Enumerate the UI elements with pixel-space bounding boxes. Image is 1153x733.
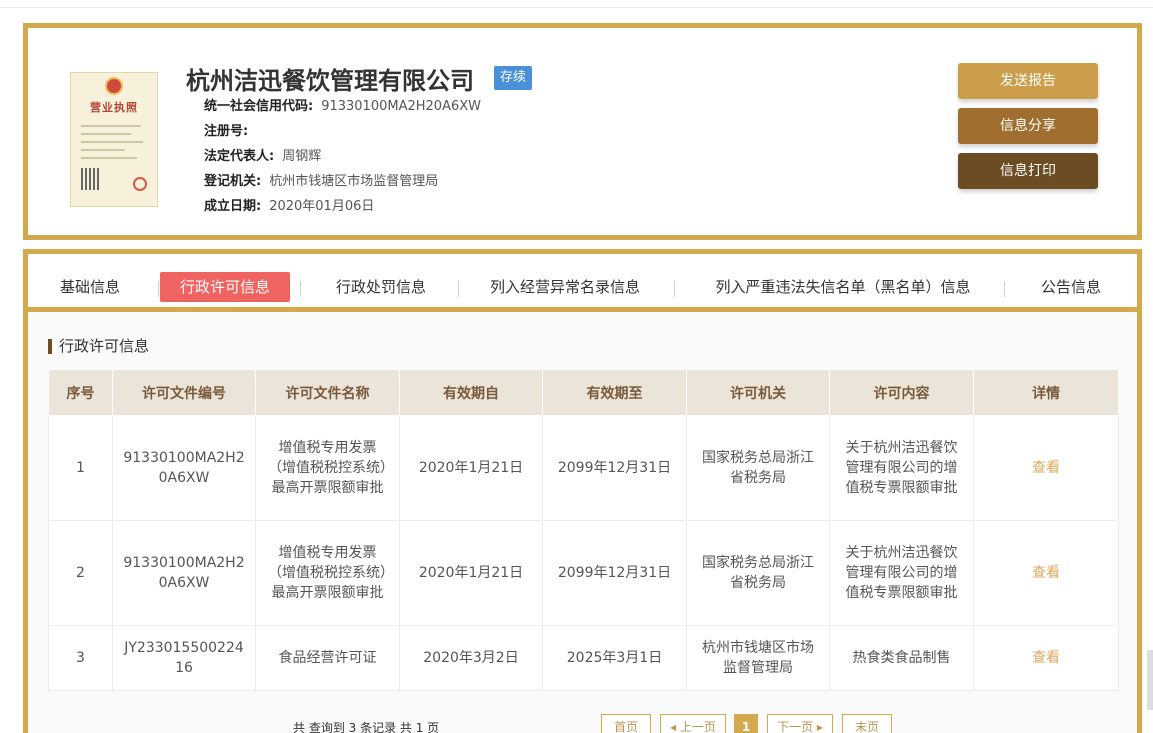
table-cell: 2020年1月21日 [399,520,543,626]
column-header: 许可机关 [686,369,830,416]
official-seal-icon [133,177,147,191]
table-header-row: 序号 许可文件编号 许可文件名称 有效期自 有效期至 许可机关 许可内容 详情 [48,369,1119,416]
column-header: 有效期至 [542,369,687,416]
table-cell: 热食类食品制售 [829,625,974,691]
table-cell: 2 [48,520,113,626]
column-header: 许可文件名称 [255,369,400,416]
column-header: 许可文件编号 [112,369,256,416]
pagination-summary: 共 查询到 3 条记录 共 1 页 [293,721,440,733]
tab-admin-penalty[interactable]: 行政处罚信息 [326,272,436,302]
table-cell: 关于杭州洁迅餐饮管理有限公司的增值税专票限额审批 [829,520,974,626]
current-page-button[interactable]: 1 [734,714,758,733]
tab-blacklist[interactable]: 列入严重违法失信名单（黑名单）信息 [698,272,988,302]
info-credit-code: 统一社会信用代码: 91330100MA2H20A6XW [204,99,481,114]
table-cell: 2099年12月31日 [542,520,687,626]
table-row: 1 91330100MA2H20A6XW 增值税专用发票（增值税税控系统）最高开… [48,415,1119,521]
first-page-button[interactable]: 首页 [601,714,651,733]
view-details-link[interactable]: 查看 [973,520,1119,626]
table-cell: 杭州市钱塘区市场监督管理局 [686,625,830,691]
next-page-button[interactable]: 下一页 ▸ [767,714,833,733]
status-badge: 存续 [494,66,532,90]
table-cell: 国家税务总局浙江省税务局 [686,415,830,521]
column-header: 序号 [48,369,113,416]
business-license-image[interactable]: 营业执照 [70,72,158,207]
section-title: 行政许可信息 [48,339,149,354]
column-header: 有效期自 [399,369,543,416]
prev-page-button[interactable]: ◂ 上一页 [660,714,726,733]
table-cell: 增值税专用发票（增值税税控系统）最高开票限额审批 [255,520,400,626]
table-cell: 1 [48,415,113,521]
info-registration-authority: 登记机关: 杭州市钱塘区市场监督管理局 [204,174,439,189]
column-header: 详情 [973,369,1119,416]
tab-announcements[interactable]: 公告信息 [1026,272,1116,302]
view-details-link[interactable]: 查看 [973,415,1119,521]
info-establish-date: 成立日期: 2020年01月06日 [204,199,375,214]
company-name: 杭州洁迅餐饮管理有限公司 [186,67,474,95]
table-cell: 91330100MA2H20A6XW [112,415,256,521]
scrollbar-thumb[interactable] [1147,650,1153,710]
table-cell: 3 [48,625,113,691]
tab-basic-info[interactable]: 基础信息 [50,272,130,302]
table-cell: 2025年3月1日 [542,625,687,691]
license-table: 序号 许可文件编号 许可文件名称 有效期自 有效期至 许可机关 许可内容 详情 … [48,369,1119,691]
table-cell: 2020年3月2日 [399,625,543,691]
print-info-button[interactable]: 信息打印 [958,153,1098,189]
table-cell: JY23301550022416 [112,625,256,691]
table-cell: 国家税务总局浙江省税务局 [686,520,830,626]
tab-abnormal-operation[interactable]: 列入经营异常名录信息 [480,272,650,302]
send-report-button[interactable]: 发送报告 [958,63,1098,99]
tab-bar: 基础信息 行政许可信息 行政处罚信息 列入经营异常名录信息 列入严重违法失信名单… [28,254,1137,312]
share-info-button[interactable]: 信息分享 [958,108,1098,144]
view-details-link[interactable]: 查看 [973,625,1119,691]
info-legal-representative: 法定代表人: 周钢辉 [204,149,322,164]
table-row: 3 JY23301550022416 食品经营许可证 2020年3月2日 202… [48,625,1119,691]
column-header: 许可内容 [829,369,974,416]
main-content-card: 基础信息 行政许可信息 行政处罚信息 列入经营异常名录信息 列入严重违法失信名单… [23,249,1142,733]
table-cell: 2020年1月21日 [399,415,543,521]
top-divider [0,7,1153,8]
table-cell: 关于杭州洁迅餐饮管理有限公司的增值税专票限额审批 [829,415,974,521]
table-cell: 91330100MA2H20A6XW [112,520,256,626]
national-emblem-icon [105,77,123,95]
license-title: 营业执照 [90,101,138,114]
table-cell: 食品经营许可证 [255,625,400,691]
table-row: 2 91330100MA2H20A6XW 增值税专用发票（增值税税控系统）最高开… [48,520,1119,626]
info-registration-number: 注册号: [204,124,249,139]
table-cell: 增值税专用发票（增值税税控系统）最高开票限额审批 [255,415,400,521]
table-cell: 2099年12月31日 [542,415,687,521]
qr-code-icon [81,168,101,190]
company-header-card: 营业执照 杭州洁迅餐饮管理有限公司 存续 统一社会信用代码: 91330100MA… [23,23,1142,240]
last-page-button[interactable]: 末页 [842,714,892,733]
tab-admin-license[interactable]: 行政许可信息 [160,272,290,302]
